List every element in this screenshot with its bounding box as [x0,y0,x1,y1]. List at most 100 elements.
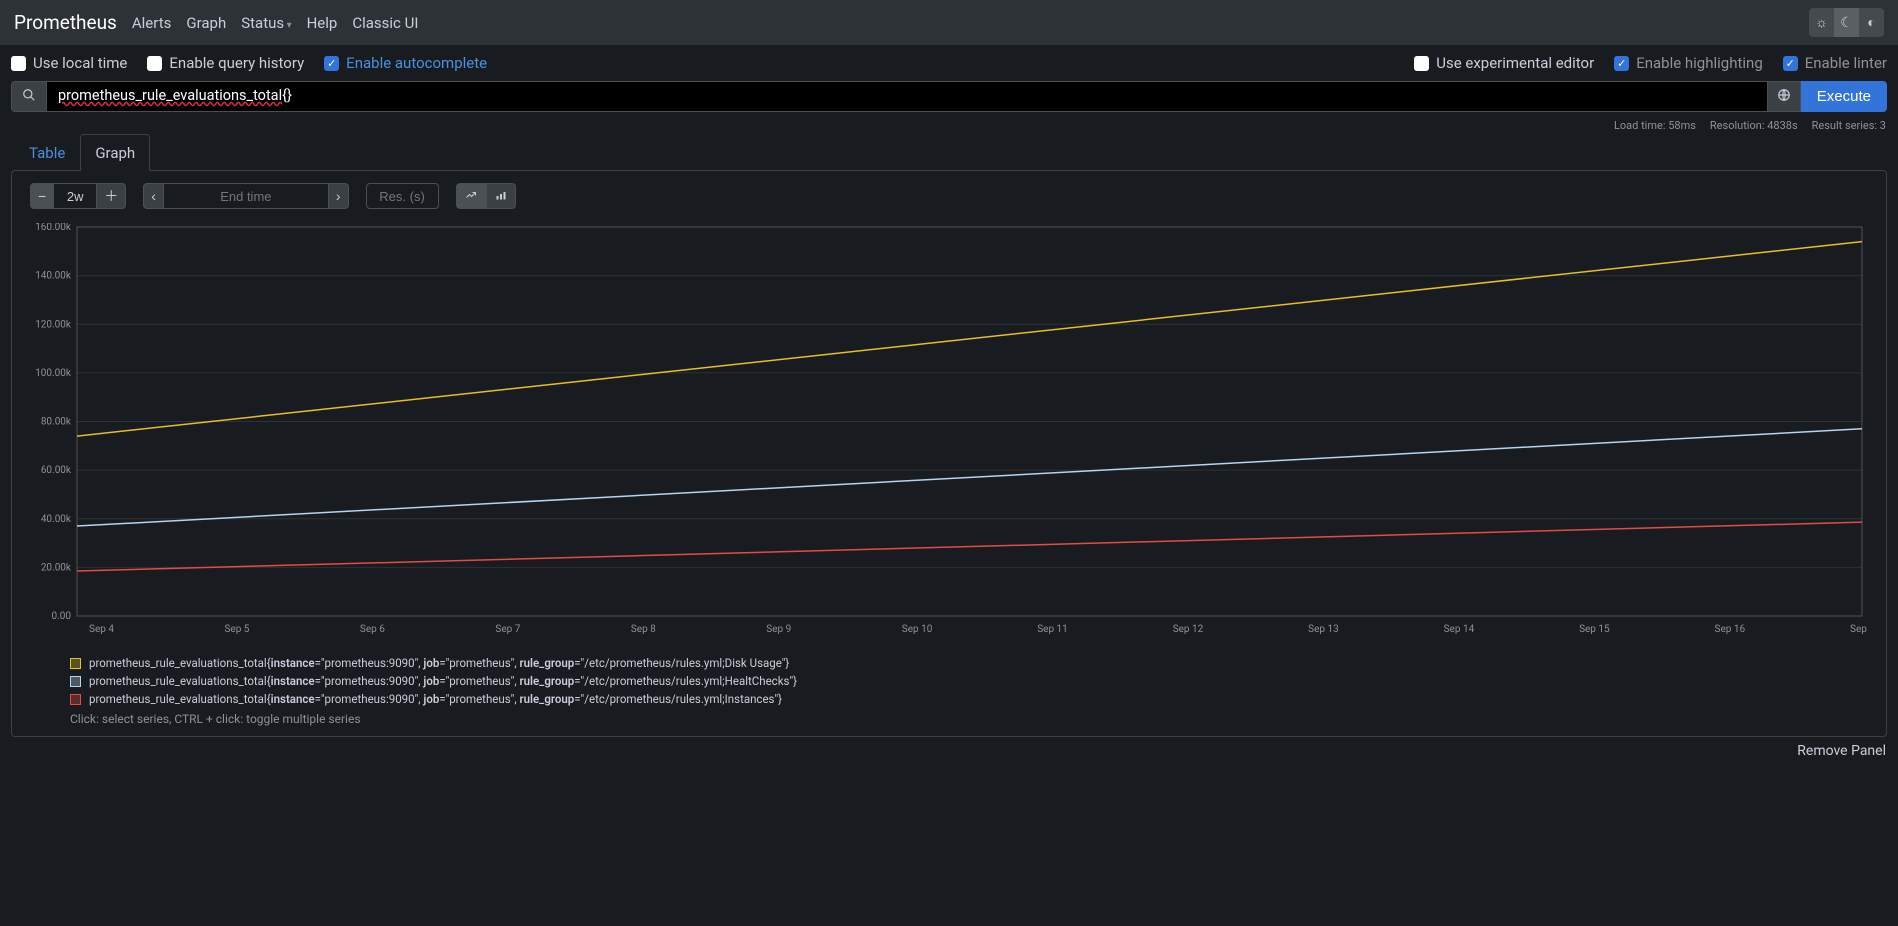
svg-text:160.00k: 160.00k [35,223,72,233]
range-decrease-button[interactable]: − [30,183,54,209]
query-stats: Load time: 58ms Resolution: 4838s Result… [0,116,1898,134]
svg-text:Sep 13: Sep 13 [1308,624,1339,635]
enable-highlighting-label: Enable highlighting [1636,54,1763,72]
svg-text:Sep 12: Sep 12 [1173,624,1204,635]
svg-text:Sep 17: Sep 17 [1850,624,1868,635]
checkbox-icon [1783,56,1798,71]
legend-item[interactable]: prometheus_rule_evaluations_total{instan… [70,672,1828,690]
line-chart-icon [464,188,478,204]
use-local-time-checkbox[interactable]: Use local time [11,54,127,72]
svg-text:100.00k: 100.00k [35,368,72,379]
brand: Prometheus [14,11,117,34]
svg-text:Sep 4: Sep 4 [89,624,114,635]
nav-status[interactable]: Status [241,14,291,32]
svg-text:0.00: 0.00 [52,611,72,622]
enable-highlighting-checkbox[interactable]: Enable highlighting [1614,54,1763,72]
graph-panel: − ＋ ‹ › 0.00 20.00k 40.00k 60.00k 80.00k 100.… [11,170,1887,737]
chart-legend: prometheus_rule_evaluations_total{instan… [12,648,1886,736]
use-experimental-editor-label: Use experimental editor [1436,54,1594,72]
graph-controls: − ＋ ‹ › [12,171,1886,221]
svg-text:Sep 10: Sep 10 [902,624,933,635]
stat-load-time: Load time: 58ms [1614,119,1696,132]
svg-text:80.00k: 80.00k [41,417,72,428]
svg-text:140.00k: 140.00k [35,271,72,282]
tab-graph[interactable]: Graph [80,134,150,171]
svg-text:Sep 15: Sep 15 [1579,624,1610,635]
resolution-input[interactable] [366,183,439,209]
checkbox-icon [147,56,162,71]
range-increase-button[interactable]: ＋ [96,183,126,209]
enable-linter-label: Enable linter [1805,54,1887,72]
chart-svg[interactable]: 0.00 20.00k 40.00k 60.00k 80.00k 100.00k 120.0… [32,223,1868,638]
legend-swatch-icon [70,676,81,687]
chart-type-line-button[interactable] [456,183,486,209]
theme-dark-button[interactable]: ☾ [1834,8,1859,37]
nav-classic-ui[interactable]: Classic UI [352,14,418,32]
chart-area: 0.00 20.00k 40.00k 60.00k 80.00k 100.00k 120.0… [12,221,1886,648]
theme-light-button[interactable]: ☼ [1809,8,1834,37]
svg-text:Sep 16: Sep 16 [1715,624,1746,635]
execute-button[interactable]: Execute [1801,81,1887,112]
endtime-input[interactable] [164,183,328,209]
chevron-right-icon: › [336,188,341,204]
legend-label: prometheus_rule_evaluations_total{instan… [89,656,789,670]
svg-text:60.00k: 60.00k [41,465,72,476]
svg-text:Sep 11: Sep 11 [1037,624,1068,635]
theme-auto-button[interactable]: ◐ [1859,8,1884,37]
legend-label: prometheus_rule_evaluations_total{instan… [89,674,797,688]
chart-type-stacked-button[interactable] [486,183,516,209]
enable-autocomplete-label: Enable autocomplete [346,54,487,72]
query-row: prometheus_rule_evaluations_total{} Exec… [0,81,1898,116]
legend-swatch-icon [70,658,81,669]
sun-icon: ☼ [1815,14,1828,31]
globe-icon [1777,88,1791,106]
legend-item[interactable]: prometheus_rule_evaluations_total{instan… [70,654,1828,672]
legend-item[interactable]: prometheus_rule_evaluations_total{instan… [70,690,1828,708]
svg-text:40.00k: 40.00k [41,514,72,525]
checkbox-icon [11,56,26,71]
query-options-row: Use local time Enable query history Enab… [0,45,1898,81]
time-prev-button[interactable]: ‹ [143,183,164,209]
query-globe-button[interactable] [1768,81,1801,112]
navbar: Prometheus Alerts Graph Status Help Clas… [0,0,1898,45]
checkbox-icon [1414,56,1429,71]
minus-icon: − [38,188,46,204]
enable-query-history-label: Enable query history [169,54,304,72]
legend-label: prometheus_rule_evaluations_total{instan… [89,692,782,706]
time-next-button[interactable]: › [328,183,349,209]
enable-linter-checkbox[interactable]: Enable linter [1783,54,1887,72]
checkbox-icon [1614,56,1629,71]
svg-text:Sep 9: Sep 9 [766,624,791,635]
svg-text:Sep 14: Sep 14 [1444,624,1475,635]
query-input[interactable]: prometheus_rule_evaluations_total{} [46,81,1768,112]
legend-swatch-icon [70,694,81,705]
remove-panel-link[interactable]: Remove Panel [0,737,1898,759]
chevron-left-icon: ‹ [151,188,156,204]
stat-resolution: Resolution: 4838s [1710,119,1798,132]
svg-text:Sep 6: Sep 6 [360,624,385,635]
nav-alerts[interactable]: Alerts [132,14,172,32]
nav-graph[interactable]: Graph [186,14,226,32]
stat-result-series: Result series: 3 [1812,119,1886,132]
stacked-chart-icon [494,188,508,204]
svg-text:20.00k: 20.00k [41,562,72,573]
enable-autocomplete-checkbox[interactable]: Enable autocomplete [324,54,487,72]
contrast-icon: ◐ [1867,14,1875,31]
svg-text:Sep 8: Sep 8 [631,624,656,635]
svg-text:120.00k: 120.00k [35,319,72,330]
checkbox-icon [324,56,339,71]
use-experimental-editor-checkbox[interactable]: Use experimental editor [1414,54,1594,72]
tab-table[interactable]: Table [14,134,80,171]
plus-icon: ＋ [104,186,118,206]
use-local-time-label: Use local time [33,54,127,72]
svg-text:Sep 5: Sep 5 [224,624,249,635]
result-tabs: Table Graph [0,133,1898,170]
range-input[interactable] [54,183,96,209]
nav-help[interactable]: Help [307,14,338,32]
svg-text:Sep 7: Sep 7 [495,624,520,635]
query-search-prefix[interactable] [11,81,46,112]
search-icon [22,88,36,106]
enable-query-history-checkbox[interactable]: Enable query history [147,54,304,72]
theme-toggle-group: ☼ ☾ ◐ [1809,8,1884,37]
legend-hint: Click: select series, CTRL + click: togg… [70,712,1828,726]
